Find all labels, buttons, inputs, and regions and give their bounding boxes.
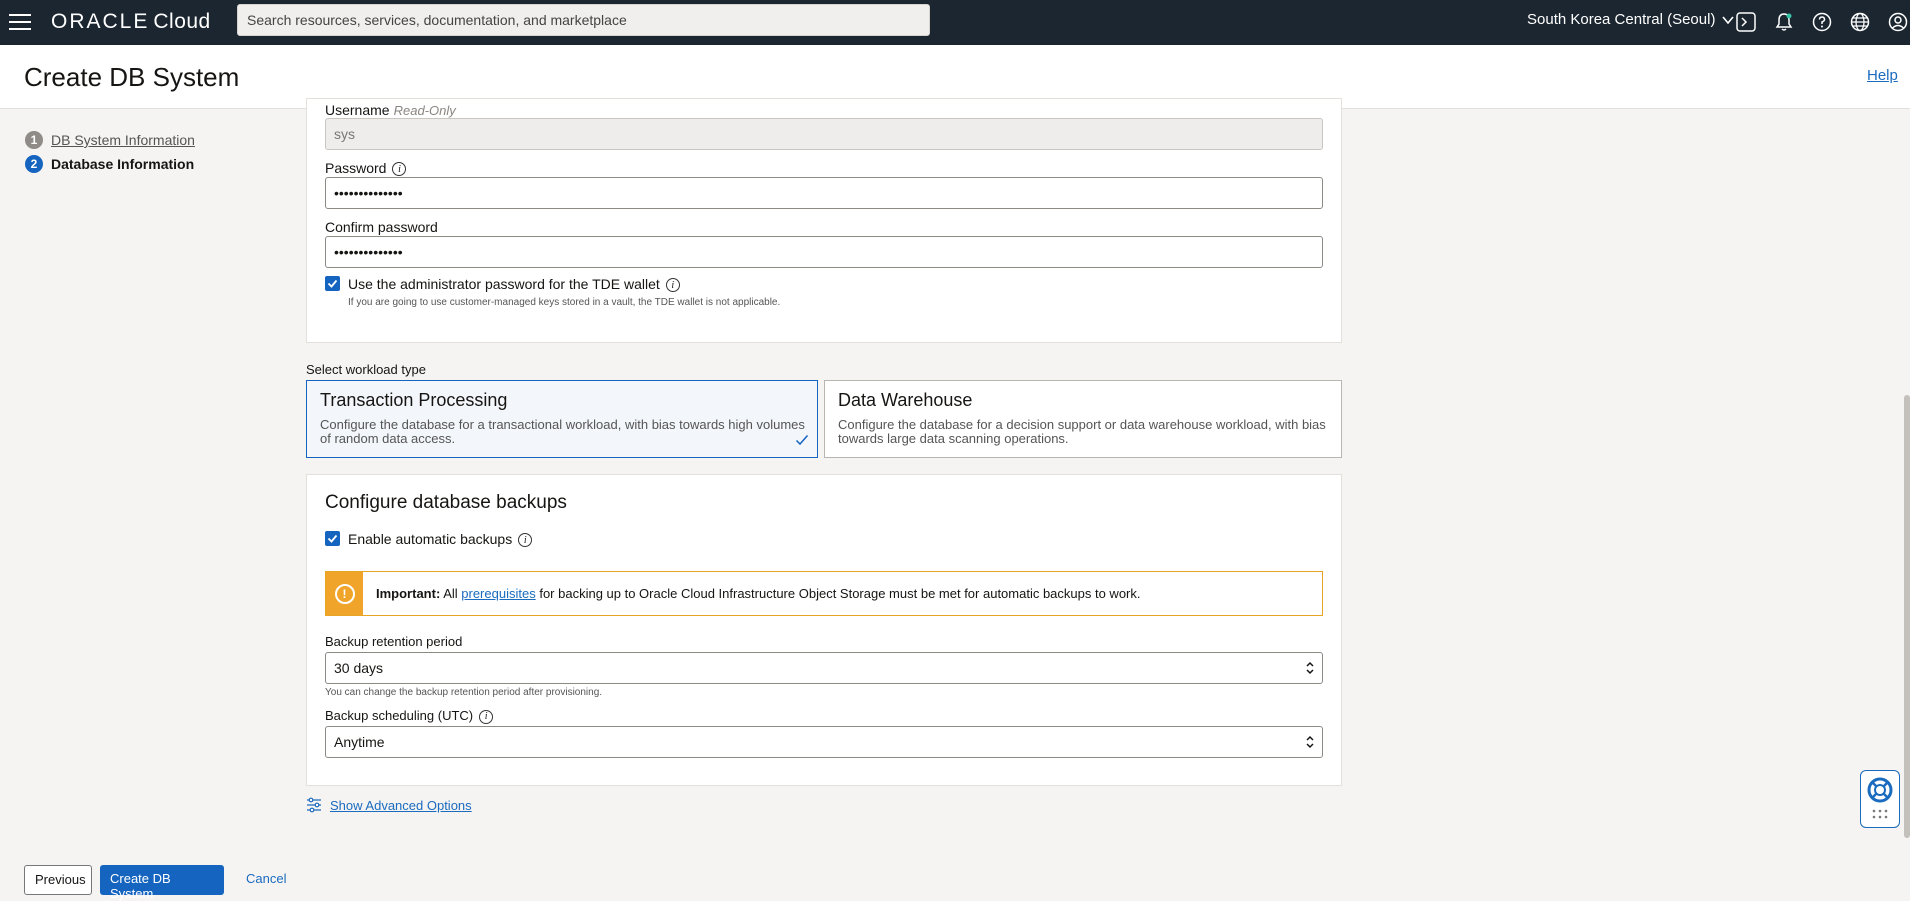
workload-data-warehouse-card[interactable]: Data Warehouse Configure the database fo… bbox=[824, 380, 1342, 458]
password-label-text: Password bbox=[325, 160, 387, 176]
checkmark-icon bbox=[327, 534, 338, 543]
checkmark-icon bbox=[327, 279, 338, 288]
search-input[interactable]: Search resources, services, documentatio… bbox=[237, 4, 930, 36]
alert-strong: Important: bbox=[376, 586, 441, 601]
sliders-icon bbox=[307, 797, 321, 813]
workload-type-label: Select workload type bbox=[306, 362, 426, 377]
cancel-button[interactable]: Cancel bbox=[236, 865, 286, 895]
card-description: Configure the database for a transaction… bbox=[320, 418, 805, 446]
user-profile-icon[interactable] bbox=[1885, 9, 1910, 35]
alert-text-pre: All bbox=[443, 586, 458, 601]
scheduling-value: Anytime bbox=[334, 734, 385, 750]
alert-bar: ! bbox=[326, 572, 363, 615]
help-question-icon[interactable] bbox=[1809, 9, 1835, 35]
menu-icon[interactable] bbox=[6, 9, 34, 35]
info-icon[interactable]: i bbox=[518, 533, 533, 548]
card-description: Configure the database for a decision su… bbox=[838, 418, 1326, 446]
step-label: Database Information bbox=[51, 156, 195, 172]
info-icon[interactable]: i bbox=[392, 162, 407, 177]
enable-backups-label-text: Enable automatic backups bbox=[348, 531, 513, 547]
username-label-text: Username bbox=[325, 102, 390, 118]
backup-scheduling-select[interactable]: Anytime bbox=[325, 726, 1323, 758]
warning-icon: ! bbox=[334, 583, 355, 604]
info-icon[interactable]: i bbox=[479, 709, 494, 724]
read-only-note: Read-Only bbox=[393, 103, 456, 118]
card-description-line: Configure the database for a decision su… bbox=[838, 417, 1326, 432]
show-advanced-options-text[interactable]: Show Advanced Options bbox=[330, 798, 472, 813]
wizard-steps: 1 DB System Information 2 Database Infor… bbox=[25, 128, 195, 176]
retention-period-select[interactable]: 30 days bbox=[325, 652, 1323, 684]
password-field[interactable]: •••••••••••••• bbox=[325, 177, 1323, 209]
confirm-password-label: Confirm password bbox=[325, 219, 438, 235]
selected-check-icon bbox=[795, 435, 809, 446]
support-lifebuoy-widget[interactable] bbox=[1860, 770, 1900, 828]
region-label: South Korea Central (Seoul) bbox=[1527, 11, 1716, 28]
scheduling-label-text: Backup scheduling (UTC) bbox=[325, 708, 474, 723]
tde-wallet-hint: If you are going to use customer-managed… bbox=[348, 297, 781, 308]
alert-text: Important: All prerequisites for backing… bbox=[376, 586, 1141, 601]
retention-value: 30 days bbox=[334, 660, 384, 676]
help-link[interactable]: Help bbox=[1867, 67, 1898, 84]
prerequisites-link[interactable]: prerequisites bbox=[461, 586, 535, 601]
brand-oracle: ORACLE bbox=[51, 10, 150, 33]
oracle-cloud-logo[interactable]: ORACLE Cloud bbox=[51, 10, 211, 34]
card-description-line: of random data access. bbox=[320, 431, 456, 446]
password-label: Password i bbox=[325, 160, 407, 177]
show-advanced-options-link[interactable]: Show Advanced Options bbox=[306, 797, 472, 813]
scheduling-label: Backup scheduling (UTC) i bbox=[325, 708, 494, 724]
create-db-system-button[interactable]: Create DB System bbox=[100, 865, 224, 901]
scrollbar-thumb[interactable] bbox=[1904, 395, 1910, 838]
select-arrows-icon bbox=[1306, 661, 1314, 675]
important-alert: ! Important: All prerequisites for backi… bbox=[325, 571, 1323, 616]
enable-backups-checkbox[interactable] bbox=[325, 531, 340, 546]
alert-text-post: for backing up to Oracle Cloud Infrastru… bbox=[539, 586, 1141, 601]
previous-button[interactable]: Previous bbox=[24, 865, 92, 895]
step-database-information: 2 Database Information bbox=[25, 152, 195, 176]
notifications-bell-icon[interactable] bbox=[1771, 9, 1797, 35]
retention-hint: You can change the backup retention peri… bbox=[325, 687, 603, 698]
tde-wallet-label: Use the administrator password for the T… bbox=[348, 276, 680, 293]
cloud-shell-icon[interactable] bbox=[1733, 9, 1759, 35]
workload-transaction-processing-card[interactable]: Transaction Processing Configure the dat… bbox=[306, 380, 818, 458]
confirm-password-field[interactable]: •••••••••••••• bbox=[325, 236, 1323, 268]
brand-cloud: Cloud bbox=[153, 10, 211, 33]
retention-label: Backup retention period bbox=[325, 634, 463, 649]
step-number: 2 bbox=[25, 155, 43, 173]
tde-wallet-checkbox[interactable] bbox=[325, 276, 340, 291]
backups-section-title: Configure database backups bbox=[325, 492, 567, 513]
step-label[interactable]: DB System Information bbox=[51, 132, 195, 148]
card-description-line: Configure the database for a transaction… bbox=[320, 417, 805, 432]
tde-wallet-label-text: Use the administrator password for the T… bbox=[348, 276, 660, 292]
username-label: Username Read-Only bbox=[325, 102, 456, 118]
step-number: 1 bbox=[25, 131, 43, 149]
region-selector[interactable]: South Korea Central (Seoul) bbox=[1527, 11, 1735, 28]
info-icon[interactable]: i bbox=[665, 278, 680, 293]
card-title: Data Warehouse bbox=[838, 390, 973, 410]
page-title: Create DB System bbox=[24, 62, 240, 92]
step-db-system-information[interactable]: 1 DB System Information bbox=[25, 128, 195, 152]
grid-dots-icon bbox=[1872, 809, 1888, 819]
lifebuoy-icon bbox=[1867, 777, 1893, 803]
enable-backups-label: Enable automatic backups i bbox=[348, 531, 533, 548]
card-title: Transaction Processing bbox=[320, 390, 508, 410]
username-field: sys bbox=[325, 118, 1323, 150]
top-navigation-bar: ORACLE Cloud Search resources, services, … bbox=[0, 0, 1910, 45]
select-arrows-icon bbox=[1306, 735, 1314, 749]
language-globe-icon[interactable] bbox=[1847, 9, 1873, 35]
card-description-line: towards large data scanning operations. bbox=[838, 431, 1069, 446]
